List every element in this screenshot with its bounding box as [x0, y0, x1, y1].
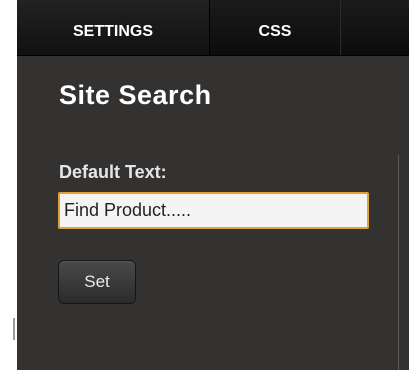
tab-bar: SETTINGS CSS [17, 0, 409, 56]
set-button[interactable]: Set [58, 260, 136, 304]
default-text-label: Default Text: [59, 162, 167, 182]
settings-panel: SETTINGS CSS Site Search Default Text: S… [17, 0, 409, 370]
default-text-input[interactable] [58, 192, 369, 229]
column-divider [398, 155, 399, 370]
left-edge-divider [13, 318, 15, 340]
tab-settings[interactable]: SETTINGS [17, 0, 210, 55]
section-title: Site Search [59, 80, 212, 110]
tab-css[interactable]: CSS [210, 0, 341, 55]
window-frame: SETTINGS CSS Site Search Default Text: S… [0, 0, 409, 370]
